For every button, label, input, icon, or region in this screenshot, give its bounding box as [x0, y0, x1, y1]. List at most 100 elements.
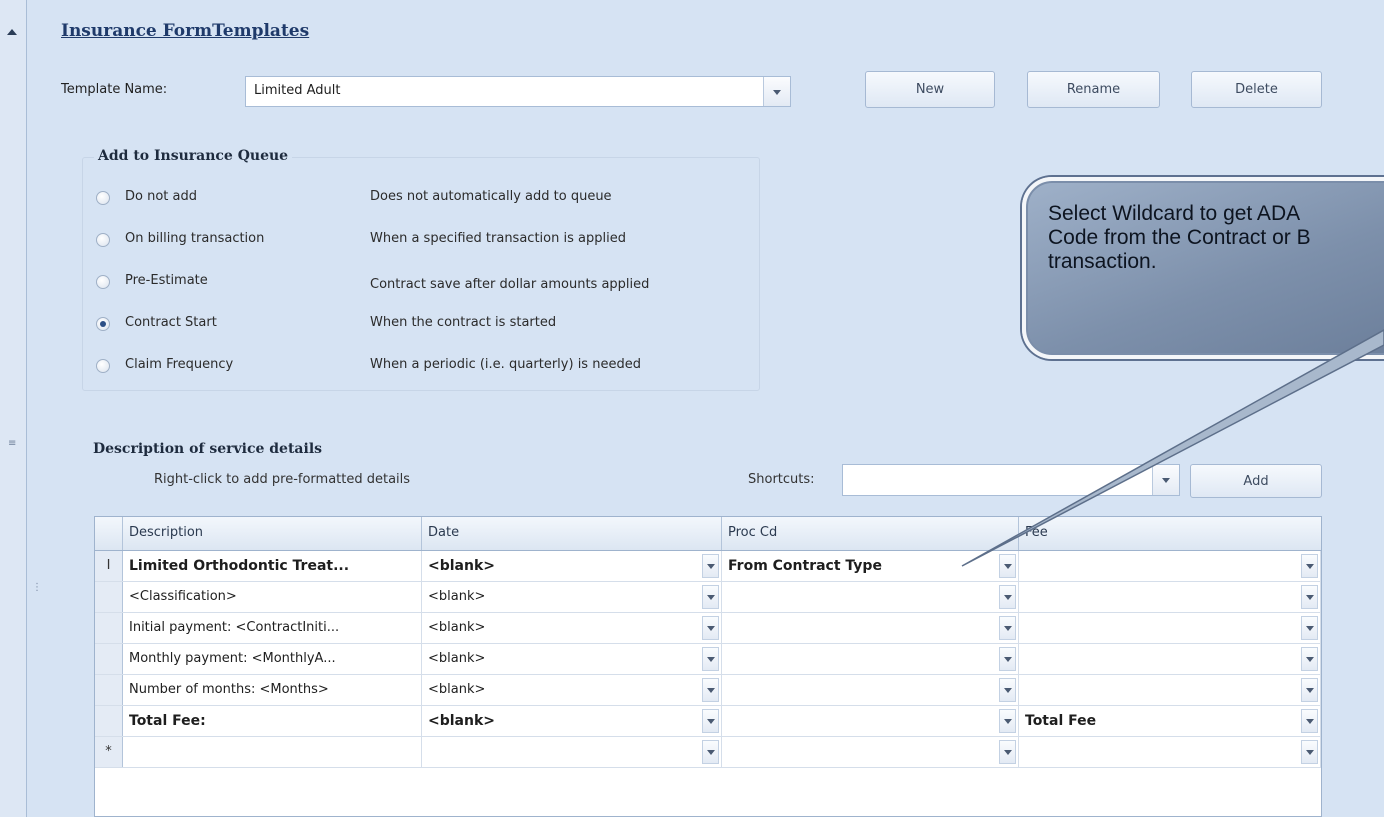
cell-dropdown-button[interactable]: [999, 647, 1016, 671]
cell-description[interactable]: Monthly payment: <MonthlyA...: [123, 644, 422, 674]
cell-dropdown-button[interactable]: [702, 647, 719, 671]
row-selector[interactable]: [95, 644, 123, 674]
help-callout-text: Select Wildcard to get ADA Code from the…: [1048, 202, 1384, 274]
row-selector[interactable]: [95, 582, 123, 612]
cell-proc-cd[interactable]: [722, 644, 1019, 674]
service-details-grid[interactable]: Description Date Proc Cd Fee I Limited Or…: [94, 516, 1322, 817]
table-row[interactable]: Number of months: <Months> <blank>: [95, 675, 1321, 706]
cell-dropdown-button[interactable]: [999, 740, 1016, 764]
queue-option-radio[interactable]: [96, 359, 110, 373]
row-selector[interactable]: I: [95, 551, 123, 581]
cell-dropdown-button[interactable]: [1301, 554, 1318, 578]
cell-dropdown-button[interactable]: [999, 554, 1016, 578]
cell-fee[interactable]: Total Fee: [1019, 706, 1321, 736]
column-header-fee[interactable]: Fee: [1019, 517, 1321, 550]
table-row[interactable]: Monthly payment: <MonthlyA... <blank>: [95, 644, 1321, 675]
cell-date[interactable]: <blank>: [422, 582, 722, 612]
row-selector[interactable]: *: [95, 737, 123, 767]
cell-dropdown-button[interactable]: [999, 678, 1016, 702]
table-row[interactable]: Initial payment: <ContractIniti... <blank…: [95, 613, 1321, 644]
queue-option-radio[interactable]: [96, 233, 110, 247]
queue-option-label[interactable]: Pre-Estimate: [125, 273, 208, 288]
chevron-down-icon: [1003, 688, 1012, 693]
cell-dropdown-button[interactable]: [999, 616, 1016, 640]
cell-dropdown-button[interactable]: [702, 554, 719, 578]
cell-dropdown-button[interactable]: [999, 709, 1016, 733]
cell-description[interactable]: Total Fee:: [123, 706, 422, 736]
grid-header: Description Date Proc Cd Fee: [95, 517, 1321, 551]
cell-fee[interactable]: [1019, 582, 1321, 612]
cell-fee[interactable]: [1019, 737, 1321, 767]
template-name-label: Template Name:: [61, 82, 168, 97]
rename-button[interactable]: Rename: [1027, 71, 1160, 108]
collapse-arrow-icon[interactable]: [7, 29, 17, 35]
chevron-down-icon: [1305, 595, 1314, 600]
column-header-proc-cd[interactable]: Proc Cd: [722, 517, 1019, 550]
table-row[interactable]: I Limited Orthodontic Treat... <blank> From…: [95, 551, 1321, 582]
cell-proc-cd[interactable]: From Contract Type: [722, 551, 1019, 581]
table-row[interactable]: <Classification> <blank>: [95, 582, 1321, 613]
cell-date[interactable]: <blank>: [422, 613, 722, 643]
cell-dropdown-button[interactable]: [702, 709, 719, 733]
cell-dropdown-button[interactable]: [702, 585, 719, 609]
cell-date[interactable]: [422, 737, 722, 767]
cell-dropdown-button[interactable]: [1301, 585, 1318, 609]
cell-dropdown-button[interactable]: [702, 678, 719, 702]
splitter-panel[interactable]: [0, 0, 27, 817]
shortcuts-dropdown-button[interactable]: [1152, 465, 1179, 495]
cell-dropdown-button[interactable]: [702, 740, 719, 764]
queue-option-radio[interactable]: [96, 275, 110, 289]
row-selector[interactable]: [95, 675, 123, 705]
cell-proc-cd[interactable]: [722, 582, 1019, 612]
resize-grip-icon[interactable]: ⋮: [32, 583, 42, 593]
cell-dropdown-button[interactable]: [1301, 740, 1318, 764]
cell-proc-cd[interactable]: [722, 737, 1019, 767]
column-header-description[interactable]: Description: [123, 517, 422, 550]
cell-date[interactable]: <blank>: [422, 706, 722, 736]
queue-option-radio[interactable]: [96, 317, 110, 331]
chevron-down-icon: [1305, 719, 1314, 724]
queue-option-label[interactable]: Do not add: [125, 189, 197, 204]
cell-dropdown-button[interactable]: [999, 585, 1016, 609]
cell-fee[interactable]: [1019, 675, 1321, 705]
cell-proc-cd[interactable]: [722, 706, 1019, 736]
row-selector[interactable]: [95, 613, 123, 643]
table-row[interactable]: *: [95, 737, 1321, 768]
cell-description[interactable]: Limited Orthodontic Treat...: [123, 551, 422, 581]
cell-description[interactable]: <Classification>: [123, 582, 422, 612]
queue-option-label[interactable]: On billing transaction: [125, 231, 264, 246]
cell-date[interactable]: <blank>: [422, 551, 722, 581]
queue-option-label[interactable]: Claim Frequency: [125, 357, 233, 372]
template-dropdown-button[interactable]: [763, 77, 790, 106]
cell-description[interactable]: Number of months: <Months>: [123, 675, 422, 705]
cell-dropdown-button[interactable]: [1301, 616, 1318, 640]
row-selector[interactable]: [95, 706, 123, 736]
add-shortcut-button[interactable]: Add: [1190, 464, 1322, 498]
chevron-down-icon: [706, 626, 715, 631]
cell-dropdown-button[interactable]: [1301, 647, 1318, 671]
cell-date[interactable]: <blank>: [422, 675, 722, 705]
shortcuts-select[interactable]: [842, 464, 1180, 496]
cell-date[interactable]: <blank>: [422, 644, 722, 674]
queue-option-label[interactable]: Contract Start: [125, 315, 217, 330]
cell-dropdown-button[interactable]: [1301, 709, 1318, 733]
table-row[interactable]: Total Fee: <blank> Total Fee: [95, 706, 1321, 737]
cell-proc-cd[interactable]: [722, 675, 1019, 705]
splitter-grip-icon[interactable]: ≡: [8, 439, 16, 449]
cell-dropdown-button[interactable]: [1301, 678, 1318, 702]
delete-button[interactable]: Delete: [1191, 71, 1322, 108]
new-button[interactable]: New: [865, 71, 995, 108]
queue-option-radio[interactable]: [96, 191, 110, 205]
service-details-title: Description of service details: [93, 441, 323, 457]
cell-fee[interactable]: [1019, 551, 1321, 581]
cell-fee[interactable]: [1019, 644, 1321, 674]
cell-proc-cd[interactable]: [722, 613, 1019, 643]
template-name-select[interactable]: Limited Adult: [245, 76, 791, 107]
cell-fee[interactable]: [1019, 613, 1321, 643]
queue-option-description: When a specified transaction is applied: [370, 231, 626, 246]
cell-description[interactable]: Initial payment: <ContractIniti...: [123, 613, 422, 643]
cell-dropdown-button[interactable]: [702, 616, 719, 640]
cell-description[interactable]: [123, 737, 422, 767]
chevron-down-icon: [1305, 657, 1314, 662]
column-header-date[interactable]: Date: [422, 517, 722, 550]
